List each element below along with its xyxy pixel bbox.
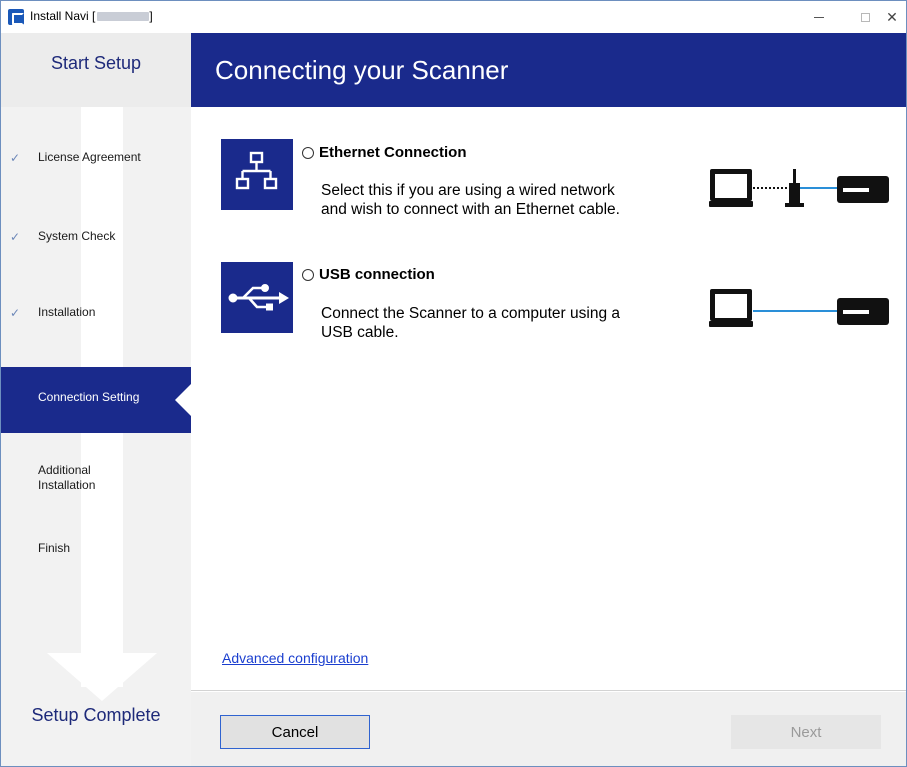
step-label-line2: Installation	[38, 478, 96, 492]
window-title-suffix: ]	[149, 9, 153, 23]
description-line1: Select this if you are using a wired net…	[321, 182, 615, 199]
app-icon	[8, 9, 24, 25]
step-label: System Check	[38, 229, 116, 243]
step-label: Installation	[38, 305, 96, 319]
setup-progress-sidebar: Start Setup ✓ License Agreement ✓ System…	[1, 33, 191, 766]
radio-circle-icon[interactable]	[302, 268, 314, 281]
active-step-pointer-icon	[175, 384, 191, 416]
usb-connection-radio[interactable]: USB connection	[302, 266, 435, 283]
ethernet-connection-radio[interactable]: Ethernet Connection	[302, 144, 467, 161]
usb-connection-label[interactable]: USB connection	[319, 266, 435, 283]
footer-bar: Cancel Next	[191, 692, 906, 766]
usb-icon	[221, 262, 293, 333]
description-line1: Connect the Scanner to a computer using …	[321, 305, 620, 322]
description-line2: and wish to connect with an Ethernet cab…	[321, 201, 620, 218]
step-label: Connection Setting	[38, 390, 140, 404]
step-label: Additional Installation	[38, 463, 95, 493]
next-button[interactable]: Next	[731, 715, 881, 749]
close-icon: ✕	[886, 8, 898, 25]
minimize-icon	[814, 16, 824, 18]
check-icon: ✓	[10, 230, 21, 244]
start-setup-label: Start Setup	[50, 53, 142, 73]
step-label: Finish	[38, 541, 71, 555]
description-line2: USB cable.	[321, 324, 399, 341]
install-navi-window: Install Navi [] ✕ Start Setup ✓ License …	[0, 0, 907, 767]
radio-circle-icon[interactable]	[302, 146, 314, 159]
check-icon: ✓	[10, 151, 21, 165]
step-label-line1: Additional	[38, 463, 91, 477]
ethernet-connection-label[interactable]: Ethernet Connection	[319, 144, 467, 161]
page-title: Connecting your Scanner	[215, 55, 509, 85]
usb-diagram-icon	[709, 285, 889, 340]
usb-connection-description: Connect the Scanner to a computer using …	[321, 304, 620, 342]
step-label: License Agreement	[38, 150, 141, 164]
network-icon	[221, 139, 293, 210]
progress-arrow-head-icon	[47, 653, 157, 701]
close-button[interactable]: ✕	[869, 1, 907, 33]
step-connection-setting: Connection Setting	[1, 367, 191, 433]
cancel-button[interactable]: Cancel	[220, 715, 370, 749]
redacted-model-name	[97, 12, 150, 22]
window-title-text: Install Navi [	[30, 9, 96, 23]
title-bar: Install Navi [] ✕	[1, 1, 906, 33]
window-title: Install Navi []	[30, 9, 153, 23]
ethernet-connection-description: Select this if you are using a wired net…	[321, 181, 620, 219]
check-icon: ✓	[10, 306, 21, 320]
setup-complete-label: Setup Complete	[31, 705, 161, 725]
page-header: Connecting your Scanner	[191, 33, 906, 107]
advanced-configuration-link[interactable]: Advanced configuration	[222, 650, 368, 666]
ethernet-diagram-icon	[709, 165, 889, 220]
minimize-button[interactable]	[796, 1, 842, 33]
